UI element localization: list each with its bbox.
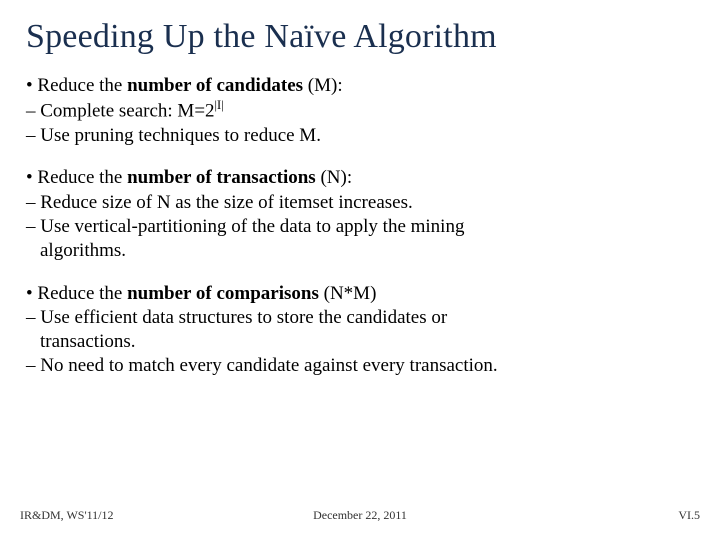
sub-item: – Complete search: M=2|I|: [26, 98, 694, 124]
footer-center: December 22, 2011: [313, 508, 407, 523]
lead-post: (N):: [316, 167, 352, 188]
sub-item: – Use vertical-partitioning of the data …: [26, 215, 694, 239]
bullet-marker: •: [26, 75, 37, 96]
dash-marker: –: [26, 307, 40, 328]
lead-pre: Reduce the: [37, 283, 127, 304]
lead-bold: number of transactions: [127, 167, 316, 188]
bullet-lead: • Reduce the number of candidates (M):: [26, 74, 694, 98]
lead-post: (M):: [303, 75, 343, 96]
sub-text: Complete search: M=2: [40, 101, 214, 122]
dash-marker: –: [26, 355, 40, 376]
footer-left: IR&DM, WS'11/12: [20, 508, 114, 523]
lead-bold: number of candidates: [127, 75, 303, 96]
slide-body: • Reduce the number of candidates (M): –…: [26, 74, 694, 379]
sub-item-cont: transactions.: [26, 330, 694, 354]
dash-marker: –: [26, 192, 40, 213]
sub-item: – Use efficient data structures to store…: [26, 306, 694, 330]
lead-pre: Reduce the: [37, 75, 127, 96]
superscript: |I|: [215, 98, 224, 112]
sub-item: – Use pruning techniques to reduce M.: [26, 124, 694, 148]
sub-text: Use efficient data structures to store t…: [40, 307, 447, 328]
slide: Speeding Up the Naïve Algorithm • Reduce…: [0, 0, 720, 540]
slide-footer: IR&DM, WS'11/12 December 22, 2011 VI.5: [0, 508, 720, 526]
lead-post: (N*M): [319, 283, 377, 304]
sub-text: Use vertical-partitioning of the data to…: [40, 216, 464, 237]
lead-bold: number of comparisons: [127, 283, 319, 304]
slide-title: Speeding Up the Naïve Algorithm: [26, 18, 694, 56]
bullet-lead: • Reduce the number of comparisons (N*M): [26, 282, 694, 306]
bullet-group-2: • Reduce the number of transactions (N):…: [26, 166, 694, 263]
sub-text: Use pruning techniques to reduce M.: [40, 125, 321, 146]
bullet-marker: •: [26, 283, 37, 304]
sub-text: transactions.: [40, 331, 136, 352]
dash-marker: –: [26, 125, 40, 146]
dash-marker: –: [26, 216, 40, 237]
bullet-group-1: • Reduce the number of candidates (M): –…: [26, 74, 694, 148]
bullet-marker: •: [26, 167, 37, 188]
sub-text: Reduce size of N as the size of itemset …: [40, 192, 412, 213]
lead-pre: Reduce the: [37, 167, 127, 188]
footer-right: VI.5: [678, 508, 700, 523]
bullet-lead: • Reduce the number of transactions (N):: [26, 166, 694, 190]
sub-item: – No need to match every candidate again…: [26, 354, 694, 378]
sub-text: No need to match every candidate against…: [40, 355, 497, 376]
sub-item-cont: algorithms.: [26, 239, 694, 263]
bullet-group-3: • Reduce the number of comparisons (N*M)…: [26, 282, 694, 379]
dash-marker: –: [26, 101, 40, 122]
sub-item: – Reduce size of N as the size of itemse…: [26, 191, 694, 215]
sub-text: algorithms.: [40, 240, 126, 261]
